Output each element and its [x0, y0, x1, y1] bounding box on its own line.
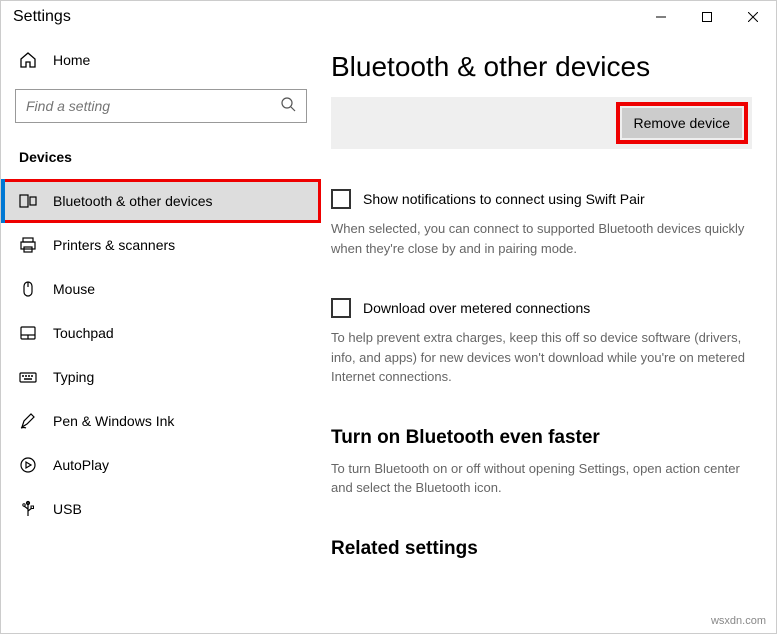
- bt-faster-help: To turn Bluetooth on or off without open…: [331, 459, 752, 498]
- sidebar-item-label: Mouse: [53, 281, 95, 297]
- maximize-button[interactable]: [684, 1, 730, 33]
- sidebar-item-printers[interactable]: Printers & scanners: [1, 223, 321, 267]
- metered-checkbox-row[interactable]: Download over metered connections: [331, 298, 752, 318]
- sidebar-item-label: Bluetooth & other devices: [53, 193, 213, 209]
- sidebar-item-label: Pen & Windows Ink: [53, 413, 174, 429]
- sidebar-item-label: USB: [53, 501, 82, 517]
- swift-pair-checkbox[interactable]: [331, 189, 351, 209]
- search-box[interactable]: [15, 89, 307, 123]
- sidebar-item-pen[interactable]: Pen & Windows Ink: [1, 399, 321, 443]
- devices-icon: [19, 192, 37, 210]
- bt-faster-heading: Turn on Bluetooth even faster: [331, 427, 752, 449]
- titlebar: Settings: [1, 1, 776, 33]
- sidebar-item-bluetooth[interactable]: Bluetooth & other devices: [1, 179, 321, 223]
- sidebar: Home Devices Bluetooth & other devices P…: [1, 33, 321, 633]
- touchpad-icon: [19, 324, 37, 342]
- metered-help: To help prevent extra charges, keep this…: [331, 328, 752, 387]
- remove-device-button[interactable]: Remove device: [622, 108, 743, 138]
- swift-pair-checkbox-row[interactable]: Show notifications to connect using Swif…: [331, 189, 752, 209]
- main-content: Bluetooth & other devices Remove device …: [321, 33, 776, 633]
- metered-checkbox[interactable]: [331, 298, 351, 318]
- sidebar-item-label: Touchpad: [53, 325, 114, 341]
- keyboard-icon: [19, 368, 37, 386]
- window-controls: [638, 1, 776, 33]
- page-title: Bluetooth & other devices: [331, 51, 752, 83]
- close-button[interactable]: [730, 1, 776, 33]
- search-icon: [280, 96, 296, 117]
- sidebar-item-autoplay[interactable]: AutoPlay: [1, 443, 321, 487]
- search-input[interactable]: [26, 98, 280, 114]
- printer-icon: [19, 236, 37, 254]
- autoplay-icon: [19, 456, 37, 474]
- sidebar-item-label: Printers & scanners: [53, 237, 175, 253]
- swift-pair-label: Show notifications to connect using Swif…: [363, 191, 645, 207]
- window-title: Settings: [13, 8, 71, 26]
- metered-label: Download over metered connections: [363, 300, 590, 316]
- sidebar-item-typing[interactable]: Typing: [1, 355, 321, 399]
- sidebar-item-label: AutoPlay: [53, 457, 109, 473]
- devices-section-header: Devices: [1, 141, 321, 179]
- swift-pair-help: When selected, you can connect to suppor…: [331, 219, 752, 258]
- related-settings-heading: Related settings: [331, 538, 752, 560]
- home-icon: [19, 51, 37, 69]
- sidebar-item-label: Typing: [53, 369, 94, 385]
- mouse-icon: [19, 280, 37, 298]
- minimize-button[interactable]: [638, 1, 684, 33]
- action-bar: Remove device: [331, 97, 752, 149]
- home-label: Home: [53, 52, 90, 68]
- sidebar-item-mouse[interactable]: Mouse: [1, 267, 321, 311]
- usb-icon: [19, 500, 37, 518]
- sidebar-item-touchpad[interactable]: Touchpad: [1, 311, 321, 355]
- watermark: wsxdn.com: [711, 615, 766, 627]
- search-wrap: [15, 89, 307, 123]
- home-nav[interactable]: Home: [1, 41, 321, 79]
- sidebar-item-usb[interactable]: USB: [1, 487, 321, 531]
- pen-icon: [19, 412, 37, 430]
